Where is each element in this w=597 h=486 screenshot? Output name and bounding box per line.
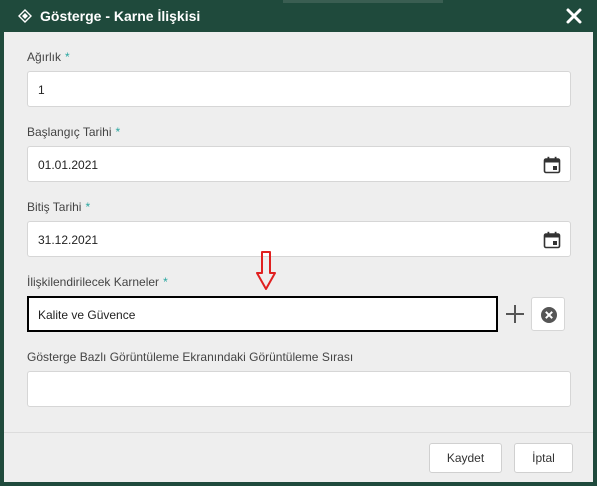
scorecards-value: Kalite ve Güvence <box>38 308 136 322</box>
display-order-label-text: Gösterge Bazlı Görüntüleme Ekranındaki G… <box>27 350 354 364</box>
diamond-icon <box>18 9 32 23</box>
start-date-input[interactable]: 01.01.2021 <box>27 146 571 182</box>
weight-label: Ağırlık * <box>27 50 70 64</box>
start-date-label-text: Başlangıç Tarihi <box>27 125 112 139</box>
weight-value: 1 <box>38 83 45 97</box>
end-date-input[interactable]: 31.12.2021 <box>27 221 571 257</box>
dialog-footer: Kaydet İptal <box>4 432 593 482</box>
dialog-titlebar: Gösterge - Karne İlişkisi <box>0 0 597 32</box>
end-date-value: 31.12.2021 <box>38 233 99 247</box>
cancel-button[interactable]: İptal <box>514 443 573 473</box>
required-mark: * <box>163 275 168 289</box>
end-date-label: Bitiş Tarihi * <box>27 200 90 214</box>
dialog-title: Gösterge - Karne İlişkisi <box>40 8 201 24</box>
display-order-label: Gösterge Bazlı Görüntüleme Ekranındaki G… <box>27 350 353 364</box>
calendar-icon[interactable] <box>543 231 561 249</box>
scorecards-label-text: İlişkilendirilecek Karneler <box>27 275 160 289</box>
clear-circle-icon <box>541 307 557 323</box>
start-date-label: Başlangıç Tarihi * <box>27 125 120 139</box>
scorecards-label: İlişkilendirilecek Karneler * <box>27 275 168 289</box>
scorecards-input[interactable]: Kalite ve Güvence <box>27 296 498 332</box>
red-down-arrow-icon <box>256 251 276 290</box>
save-button[interactable]: Kaydet <box>429 443 502 473</box>
required-mark: * <box>65 50 70 64</box>
add-scorecard-button[interactable] <box>498 297 532 331</box>
close-icon[interactable] <box>564 6 584 26</box>
dialog: Gösterge - Karne İlişkisi Ağırlık * 1 Baş… <box>0 0 597 486</box>
calendar-icon[interactable] <box>543 156 561 174</box>
required-mark: * <box>85 200 91 214</box>
weight-input[interactable]: 1 <box>27 71 571 107</box>
display-order-input[interactable] <box>27 371 571 407</box>
start-date-value: 01.01.2021 <box>38 158 99 172</box>
dialog-body: Ağırlık * 1 Başlangıç Tarihi * 01.01.2021 … <box>4 32 593 432</box>
required-mark: * <box>115 125 121 139</box>
background-strip <box>283 0 443 3</box>
clear-scorecard-button[interactable] <box>531 297 565 331</box>
end-date-label-text: Bitiş Tarihi <box>27 200 82 214</box>
weight-label-text: Ağırlık <box>27 50 62 64</box>
plus-icon <box>506 305 524 323</box>
